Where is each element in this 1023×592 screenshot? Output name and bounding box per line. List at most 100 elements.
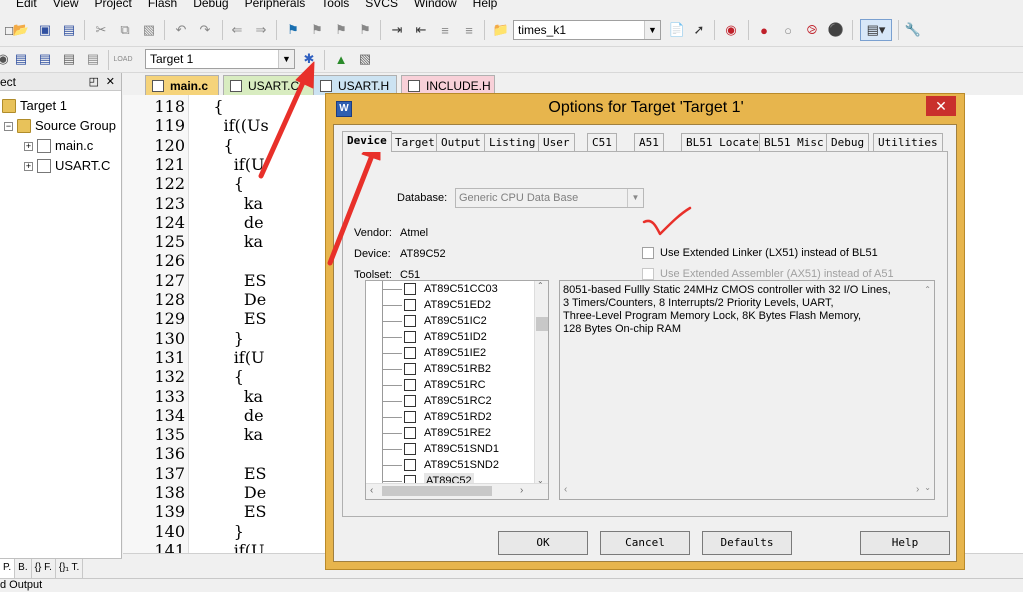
help-button[interactable]: Help <box>860 531 950 555</box>
download-icon[interactable]: LOAD <box>113 50 132 68</box>
tab-templates[interactable]: {}₁ T. <box>56 559 84 578</box>
bookmark-icon[interactable]: ⚑ <box>284 21 302 39</box>
build-icon[interactable]: ▤ <box>12 50 30 68</box>
clear-bookmarks-icon[interactable]: ⚑ <box>356 21 374 39</box>
menu-edit[interactable]: Edit <box>0 0 45 9</box>
window-layout-icon[interactable]: ▤▾ <box>860 19 892 41</box>
prev-bookmark-icon[interactable]: ⚑ <box>308 21 326 39</box>
close-icon[interactable]: ✕ <box>106 73 115 91</box>
copy-icon[interactable]: ⧉ <box>116 21 134 39</box>
tab-project[interactable]: P. <box>0 559 16 578</box>
scroll-right-icon[interactable]: › <box>520 485 523 496</box>
paste-icon[interactable]: ▧ <box>140 21 158 39</box>
tab-bl51-misc[interactable]: BL51 Misc <box>759 133 829 152</box>
scroll-down-icon[interactable]: ⌄ <box>924 481 931 494</box>
tree-item-target[interactable]: Target 1 <box>2 97 67 115</box>
save-all-icon[interactable]: ▤ <box>60 21 78 39</box>
save-icon[interactable]: ▣ <box>36 21 54 39</box>
pin-icon[interactable]: ◰ <box>89 73 99 91</box>
tab-output[interactable]: Output <box>436 133 486 152</box>
nav-forward-icon[interactable]: ⇒ <box>252 21 270 39</box>
device-item[interactable]: AT89C51IC2 <box>424 313 487 329</box>
device-item[interactable]: AT89C51RD2 <box>424 409 492 425</box>
kill-breakpoints-icon[interactable]: ⧁ <box>803 21 821 39</box>
expand-icon[interactable]: + <box>24 141 33 151</box>
indent-icon[interactable]: ⇥ <box>388 21 406 39</box>
device-item[interactable]: AT89C51ED2 <box>424 297 491 313</box>
unindent-icon[interactable]: ⇤ <box>412 21 430 39</box>
tab-functions[interactable]: {} F. <box>32 559 56 578</box>
chevron-down-icon[interactable]: ▼ <box>644 21 660 39</box>
manage-project-items-icon[interactable]: ▲ <box>332 50 350 68</box>
tree-item-source-group[interactable]: − Source Group <box>4 117 116 135</box>
undo-icon[interactable]: ↶ <box>172 21 190 39</box>
defaults-button[interactable]: Defaults <box>702 531 792 555</box>
tab-books[interactable]: B. <box>15 559 32 578</box>
find-in-files-icon[interactable]: 📁 <box>492 21 510 39</box>
chevron-down-icon[interactable]: ▼ <box>278 50 294 68</box>
tab-listing[interactable]: Listing <box>484 133 541 152</box>
device-item[interactable]: AT89C51ID2 <box>424 329 487 345</box>
target-combo[interactable]: Target 1 ▼ <box>145 49 295 69</box>
device-tree[interactable]: AT89C51CC03 AT89C51ED2 AT89C51IC2 AT89C51ID… <box>365 280 549 500</box>
collapse-icon[interactable]: − <box>4 121 13 131</box>
select-packs-icon[interactable]: ▧ <box>356 50 374 68</box>
tab-user[interactable]: User <box>538 133 575 152</box>
tab-usart-c[interactable]: USART.C <box>223 75 321 95</box>
ok-button[interactable]: OK <box>498 531 588 555</box>
nav-back-icon[interactable]: ⇐ <box>228 21 246 39</box>
menu-project[interactable]: Project <box>86 0 139 9</box>
clear-breakpoints-icon[interactable]: ⚫ <box>827 21 845 39</box>
tab-usart-h[interactable]: USART.H <box>313 75 397 95</box>
device-item[interactable]: AT89C51RC2 <box>424 393 492 409</box>
scroll-right-icon[interactable]: › <box>916 483 919 496</box>
menu-flash[interactable]: Flash <box>140 0 185 9</box>
tab-c51[interactable]: C51 <box>587 133 617 152</box>
device-item[interactable]: AT89C51IE2 <box>424 345 486 361</box>
expand-icon[interactable]: + <box>24 161 33 171</box>
cancel-button[interactable]: Cancel <box>600 531 690 555</box>
scroll-up-icon[interactable]: ⌃ <box>537 281 544 290</box>
device-item[interactable]: AT89C51SND1 <box>424 441 499 457</box>
menu-help[interactable]: Help <box>465 0 506 9</box>
device-tree-vertical-scrollbar[interactable]: ⌃ ⌄ <box>534 281 548 485</box>
device-item[interactable]: AT89C51RB2 <box>424 361 491 377</box>
rebuild-icon[interactable]: ▤ <box>36 50 54 68</box>
menu-peripherals[interactable]: Peripherals <box>237 0 314 9</box>
tree-item-usart-c[interactable]: + USART.C <box>24 157 110 175</box>
menu-view[interactable]: View <box>45 0 87 9</box>
find-icon[interactable]: 📄 <box>668 21 686 39</box>
device-item[interactable]: AT89C51RE2 <box>424 425 491 441</box>
tab-main-c[interactable]: main.c <box>145 75 219 95</box>
incremental-find-icon[interactable]: ➚ <box>690 21 708 39</box>
disable-breakpoint-icon[interactable]: ○ <box>779 21 797 39</box>
comment-icon[interactable]: ≡ <box>436 21 454 39</box>
device-tree-horizontal-scrollbar[interactable]: ‹ › <box>366 483 548 499</box>
translate-icon[interactable]: ◉ <box>0 50 12 68</box>
cut-icon[interactable]: ✂ <box>92 21 110 39</box>
tab-target[interactable]: Target <box>390 133 440 152</box>
menu-tools[interactable]: Tools <box>313 0 357 9</box>
device-item[interactable]: AT89C51CC03 <box>424 281 498 297</box>
find-combo[interactable]: times_k1 ▼ <box>513 20 661 40</box>
tree-item-main-c[interactable]: + main.c <box>24 137 93 155</box>
scroll-left-icon[interactable]: ‹ <box>564 483 567 496</box>
menu-debug[interactable]: Debug <box>185 0 236 9</box>
start-debug-icon[interactable]: ◉ <box>722 21 740 39</box>
open-file-icon[interactable]: 📂 <box>12 21 30 39</box>
scroll-thumb[interactable] <box>536 317 548 331</box>
batch-build-icon[interactable]: ▤ <box>60 50 78 68</box>
target-options-icon[interactable]: ✱ <box>300 50 318 68</box>
breakpoint-icon[interactable]: ● <box>755 21 773 39</box>
dialog-close-button[interactable]: ✕ <box>926 96 956 116</box>
lx51-checkbox[interactable] <box>642 247 654 259</box>
tab-include-h[interactable]: INCLUDE.H <box>401 75 495 95</box>
tab-debug[interactable]: Debug <box>826 133 870 152</box>
redo-icon[interactable]: ↷ <box>196 21 214 39</box>
next-bookmark-icon[interactable]: ⚑ <box>332 21 350 39</box>
tab-utilities[interactable]: Utilities <box>873 133 943 152</box>
configure-icon[interactable]: 🔧 <box>904 21 922 39</box>
scroll-left-icon[interactable]: ‹ <box>370 485 373 496</box>
menu-svcs[interactable]: SVCS <box>357 0 406 9</box>
scroll-thumb[interactable] <box>382 486 492 496</box>
